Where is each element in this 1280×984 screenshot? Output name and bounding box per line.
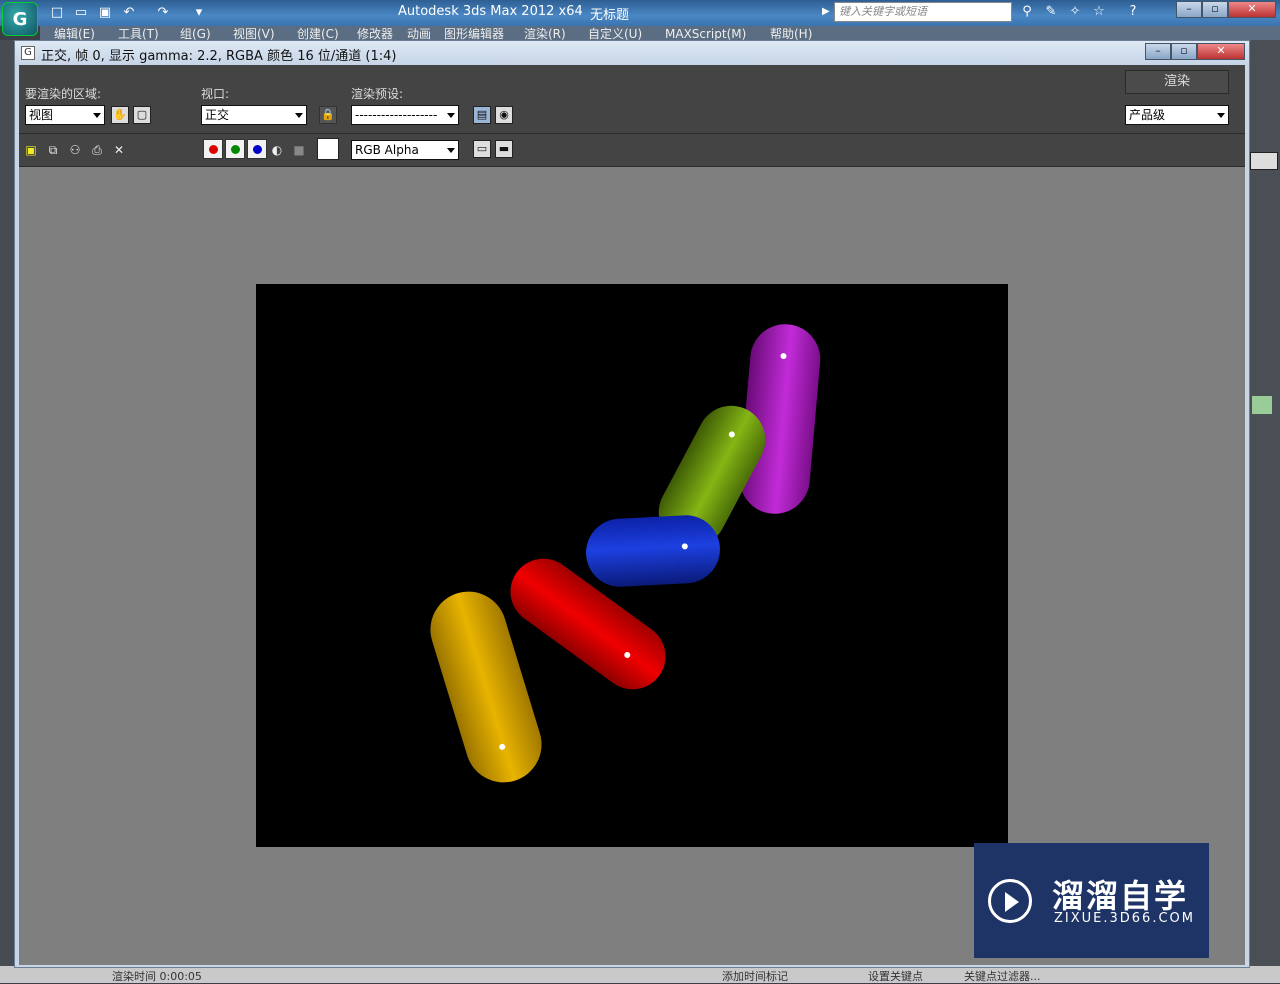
render-time-status: 渲染时间 0:00:05 [112, 970, 202, 983]
play-logo-icon [988, 879, 1032, 923]
frame-display-toolbar: ▣ ⧉ ⚇ ⎙ ✕ ◐ ■ RGB Alpha ▭ ▬ [19, 134, 1245, 167]
key-filters-label[interactable]: 关键点过滤器... [964, 968, 1041, 984]
menu-modifiers[interactable]: 修改器 [357, 26, 393, 40]
menu-animation[interactable]: 动画 [407, 26, 431, 40]
chevron-down-icon [447, 113, 455, 118]
chevron-down-icon [93, 113, 101, 118]
menu-graph-editors[interactable]: 图形编辑器 [444, 26, 504, 40]
max-minimize-button[interactable]: – [1176, 1, 1202, 18]
menu-customize[interactable]: 自定义(U) [588, 26, 642, 40]
set-key-label[interactable]: 设置关键点 [868, 968, 923, 984]
area-to-render-value: 视图 [29, 108, 54, 122]
new-file-icon[interactable]: □ [48, 4, 66, 22]
color-swatch[interactable] [1252, 396, 1272, 414]
save-image-icon[interactable]: ▣ [23, 142, 39, 158]
blue-dot-icon [253, 145, 262, 154]
command-panel-dropdown[interactable] [1250, 152, 1278, 170]
rendered-scene-svg [430, 324, 821, 783]
blue-channel-button[interactable] [247, 139, 267, 159]
save-icon[interactable]: ▣ [96, 4, 114, 22]
binoculars-icon[interactable]: ⚲ [1016, 3, 1038, 21]
render-button[interactable]: 渲染 [1125, 70, 1229, 94]
max-status-bar: 渲染时间 0:00:05 添加时间标记 设置关键点 关键点过滤器... [0, 966, 1280, 983]
max-maximize-button[interactable]: ▫ [1202, 1, 1228, 18]
wrench-icon[interactable]: ✎ [1040, 3, 1062, 21]
auto-region-icon[interactable]: ▢ [133, 106, 151, 124]
max-command-panel [1248, 40, 1280, 983]
alpha-channel-icon[interactable]: ◐ [269, 142, 285, 158]
frame-window-title: 正交, 帧 0, 显示 gamma: 2.2, RGBA 颜色 16 位/通道 … [41, 49, 397, 64]
max-menubar: 编辑(E) 工具(T) 组(G) 视图(V) 创建(C) 修改器 动画 图形编辑… [40, 26, 1280, 40]
frame-close-button[interactable]: ✕ [1197, 43, 1245, 60]
render-quality-value: 产品级 [1129, 108, 1166, 122]
frame-window-titlebar: G 正交, 帧 0, 显示 gamma: 2.2, RGBA 颜色 16 位/通… [15, 41, 1249, 65]
search-expand-icon[interactable]: ▶ [822, 6, 830, 17]
menu-create[interactable]: 创建(C) [297, 26, 339, 40]
max-close-button[interactable]: ✕ [1228, 1, 1276, 18]
chevron-down-icon [1217, 113, 1225, 118]
chevron-down-icon [295, 113, 303, 118]
max-left-panel [0, 40, 14, 983]
print-image-icon[interactable]: ⎙ [89, 142, 105, 158]
toggle-ui-icon[interactable]: ▬ [495, 140, 513, 158]
rendered-frame-window: G 正交, 帧 0, 显示 gamma: 2.2, RGBA 颜色 16 位/通… [14, 40, 1250, 968]
frame-minimize-button[interactable]: – [1145, 43, 1171, 60]
help-icon[interactable]: ? [1122, 3, 1144, 21]
toggle-ui-overlay-icon[interactable]: ▭ [473, 140, 491, 158]
max-app-icon[interactable]: G [2, 2, 38, 36]
render-preset-dropdown[interactable]: ------------------- [351, 105, 459, 125]
edit-region-icon[interactable]: ✋ [111, 106, 129, 124]
frame-maximize-button[interactable]: ▫ [1171, 43, 1197, 60]
menu-rendering[interactable]: 渲染(R) [524, 26, 566, 40]
environment-effects-icon[interactable]: ◉ [495, 106, 513, 124]
watermark-subtitle: ZIXUE.3D66.COM [1054, 911, 1195, 926]
redo-icon[interactable]: ↷ [154, 4, 172, 22]
max-titlebar: G □ ▭ ▣ ↶ ↷ ▾ Autodesk 3ds Max 2012 x64 … [0, 0, 1280, 36]
menu-tools[interactable]: 工具(T) [118, 26, 159, 40]
search-input[interactable]: 键入关键字或短语 [834, 2, 1012, 22]
viewport-dropdown[interactable]: 正交 [201, 105, 307, 125]
viewport-value: 正交 [205, 108, 230, 122]
clear-image-icon[interactable]: ✕ [111, 142, 127, 158]
chevron-down-icon [447, 148, 455, 153]
viewport-label: 视口: [201, 87, 230, 101]
render-preset-label: 渲染预设: [351, 87, 404, 101]
menu-views[interactable]: 视图(V) [233, 26, 275, 40]
document-title: 无标题 [590, 8, 630, 23]
red-channel-button[interactable] [203, 139, 223, 159]
community-icon[interactable]: ✧ [1064, 3, 1086, 21]
rendered-image [256, 284, 1008, 847]
frame-window-icon: G [21, 46, 35, 60]
area-to-render-label: 要渲染的区域: [25, 87, 102, 101]
clone-frame-icon[interactable]: ⚇ [67, 142, 83, 158]
menu-group[interactable]: 组(G) [180, 26, 211, 40]
swatch-color-box[interactable] [317, 138, 339, 160]
display-channel-dropdown[interactable]: RGB Alpha [351, 140, 459, 160]
green-channel-button[interactable] [225, 139, 245, 159]
area-to-render-dropdown[interactable]: 视图 [25, 105, 105, 125]
monochrome-icon[interactable]: ■ [291, 142, 307, 158]
render-preset-value: ------------------- [355, 108, 438, 122]
red-dot-icon [209, 145, 218, 154]
menu-help[interactable]: 帮助(H) [770, 26, 812, 40]
undo-icon[interactable]: ↶ [120, 4, 138, 22]
quick-access-dropdown-icon[interactable]: ▾ [190, 4, 208, 22]
frame-window-body: 要渲染的区域: 视图 ✋ ▢ 视口: 正交 🔒 渲染预设: ----------… [19, 65, 1245, 965]
app-title: Autodesk 3ds Max 2012 x64 [398, 4, 583, 19]
render-setup-icon[interactable]: ▤ [473, 106, 491, 124]
menu-edit[interactable]: 编辑(E) [54, 26, 95, 40]
open-file-icon[interactable]: ▭ [72, 4, 90, 22]
display-channel-value: RGB Alpha [355, 143, 419, 157]
favorites-star-icon[interactable]: ☆ [1088, 3, 1110, 21]
add-time-tag[interactable]: 添加时间标记 [722, 968, 788, 984]
render-settings-toolbar: 要渲染的区域: 视图 ✋ ▢ 视口: 正交 🔒 渲染预设: ----------… [19, 65, 1245, 134]
watermark-badge: 溜溜自学 ZIXUE.3D66.COM [974, 843, 1209, 958]
copy-image-icon[interactable]: ⧉ [45, 142, 61, 158]
menu-maxscript[interactable]: MAXScript(M) [665, 26, 746, 40]
blue-capsule [586, 515, 720, 587]
play-triangle-icon [1005, 892, 1019, 912]
render-quality-dropdown[interactable]: 产品级 [1125, 105, 1229, 125]
lock-icon[interactable]: 🔒 [319, 106, 337, 124]
green-dot-icon [231, 145, 240, 154]
